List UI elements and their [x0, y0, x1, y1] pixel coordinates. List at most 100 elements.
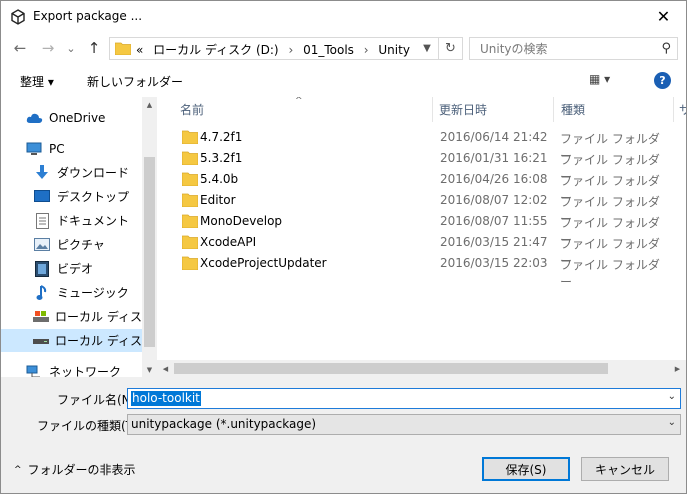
up-button[interactable]: ↑ [85, 39, 103, 57]
cancel-button[interactable]: キャンセル [581, 457, 669, 481]
file-type: ファイル フォルダー [560, 258, 660, 289]
column-divider[interactable] [673, 97, 674, 122]
recent-locations-button[interactable]: ⌄ [64, 39, 78, 57]
sidebar-item-onedrive[interactable]: OneDrive [1, 106, 142, 129]
file-date: 2016/08/07 11:55 [440, 214, 548, 228]
network-icon [25, 364, 43, 377]
folder-icon [182, 151, 198, 165]
sidebar-item-pc[interactable]: PC [1, 137, 142, 160]
scrollbar-thumb[interactable] [174, 363, 608, 374]
file-date: 2016/06/14 21:42 [440, 130, 548, 144]
file-list-horizontal-scrollbar[interactable]: ◀ ▶ [157, 360, 686, 377]
file-date: 2016/04/26 16:08 [440, 172, 548, 186]
drive-icon [33, 309, 49, 325]
filetype-select[interactable]: unitypackage (*.unitypackage) ⌄ [127, 414, 681, 435]
sidebar-item-drive-d[interactable]: ローカル ディスク (D [1, 329, 142, 352]
column-header-size[interactable]: サ [679, 97, 686, 122]
scroll-left-icon[interactable]: ◀ [157, 360, 174, 377]
forward-button[interactable]: → [39, 39, 57, 57]
search-icon[interactable]: ⚲ [661, 41, 671, 56]
chevron-down-icon[interactable]: ⌄ [668, 391, 676, 402]
folder-icon [182, 235, 198, 249]
forward-arrow-icon: → [41, 39, 55, 57]
sidebar-item-network[interactable]: ネットワーク [1, 360, 142, 377]
scroll-down-icon[interactable]: ▼ [142, 362, 157, 377]
breadcrumb-overflow[interactable]: « [136, 43, 143, 57]
search-input[interactable] [480, 41, 650, 56]
file-row[interactable]: 4.7.2f1 2016/06/14 21:42 ファイル フォルダー [177, 127, 667, 163]
navigation-bar: ← → ⌄ ↑ « ローカル ディスク (D:) › 01_Tools › Un… [1, 32, 686, 64]
drive-icon [33, 333, 49, 349]
file-date: 2016/08/07 12:02 [440, 193, 548, 207]
file-row[interactable]: 5.3.2f1 2016/01/31 16:21 ファイル フォルダー [177, 148, 667, 184]
sidebar-item-pictures[interactable]: ピクチャ [1, 233, 142, 256]
change-view-button[interactable]: ▦ ▾ [589, 72, 610, 86]
column-header-date[interactable]: 更新日時 [439, 97, 487, 122]
filename-field[interactable]: holo-toolkit ⌄ [127, 388, 681, 409]
file-row[interactable]: 5.4.0b 2016/04/26 16:08 ファイル フォルダー [177, 169, 667, 205]
sidebar-item-label: ピクチャ [57, 238, 105, 252]
file-row[interactable]: XcodeAPI 2016/03/15 21:47 ファイル フォルダー [177, 232, 667, 268]
new-folder-button[interactable]: 新しいフォルダー [87, 73, 183, 90]
folder-icon [182, 256, 198, 270]
save-button[interactable]: 保存(S) [482, 457, 570, 481]
file-row[interactable]: Editor 2016/08/07 12:02 ファイル フォルダー [177, 190, 667, 226]
search-box: ⚲ [469, 37, 678, 60]
sidebar-item-videos[interactable]: ビデオ [1, 257, 142, 280]
back-button[interactable]: ← [11, 39, 29, 57]
breadcrumb-separator-icon: › [363, 43, 369, 57]
column-divider[interactable] [553, 97, 554, 122]
refresh-button[interactable]: ↻ [438, 38, 462, 59]
address-dropdown-button[interactable]: ▼ [418, 38, 436, 59]
up-arrow-icon: ↑ [87, 39, 101, 57]
address-bar[interactable]: « ローカル ディスク (D:) › 01_Tools › Unity ▼ ↻ [109, 37, 463, 60]
document-icon [33, 212, 51, 229]
sidebar-item-music[interactable]: ミュージック [1, 281, 142, 304]
sidebar-item-downloads[interactable]: ダウンロード [1, 161, 142, 184]
file-name: MonoDevelop [200, 214, 283, 228]
hide-folders-toggle[interactable]: ^ フォルダーの非表示 [14, 461, 136, 478]
file-row[interactable]: XcodeProjectUpdater 2016/03/15 22:03 ファイル … [177, 253, 667, 289]
chevron-up-icon: ^ [14, 464, 22, 475]
scroll-right-icon[interactable]: ▶ [669, 360, 686, 377]
view-options-icon: ▦ ▾ [589, 72, 611, 86]
sidebar-item-desktop[interactable]: デスクトップ [1, 185, 142, 208]
sidebar-item-drive-c[interactable]: ローカル ディスク (C [1, 305, 142, 328]
scrollbar-thumb[interactable] [144, 157, 155, 347]
file-name: 4.7.2f1 [200, 130, 243, 144]
filetype-value: unitypackage (*.unitypackage) [131, 417, 317, 431]
help-button[interactable]: ? [654, 72, 671, 89]
breadcrumb-unity[interactable]: Unity [378, 43, 410, 57]
file-name: XcodeAPI [200, 235, 257, 249]
refresh-icon: ↻ [445, 41, 456, 56]
chevron-down-icon[interactable]: ⌄ [668, 417, 676, 428]
file-row[interactable]: MonoDevelop 2016/08/07 11:55 ファイル フォルダー [177, 211, 667, 247]
file-name: 5.3.2f1 [200, 151, 243, 165]
breadcrumb-tools[interactable]: 01_Tools [303, 43, 354, 57]
file-name: 5.4.0b [200, 172, 239, 186]
filename-value[interactable]: holo-toolkit [131, 391, 201, 406]
help-icon: ? [659, 74, 666, 87]
sidebar-item-label: ローカル ディスク (C [55, 310, 142, 324]
navigation-pane-scrollbar[interactable]: ▲ ▼ [142, 97, 157, 377]
chevron-down-icon: ▼ [423, 43, 431, 54]
back-arrow-icon: ← [13, 39, 27, 57]
unity-logo-icon [11, 9, 25, 25]
breadcrumb-separator-icon: › [288, 43, 294, 57]
save-options-panel: ファイル名(N): holo-toolkit ⌄ ファイルの種類(T): uni… [1, 377, 686, 493]
column-header-type[interactable]: 種類 [561, 97, 585, 122]
scroll-up-icon[interactable]: ▲ [142, 97, 157, 112]
breadcrumb-drive[interactable]: ローカル ディスク (D:) [153, 43, 278, 57]
organize-button[interactable]: 整理 ▾ [20, 73, 54, 90]
sidebar-item-documents[interactable]: ドキュメント [1, 209, 142, 232]
file-name: XcodeProjectUpdater [200, 256, 327, 270]
sidebar-item-label: ミュージック [57, 286, 129, 300]
video-icon [33, 260, 51, 277]
column-divider[interactable] [432, 97, 433, 122]
close-icon: ✕ [656, 6, 671, 26]
column-header-name[interactable]: 名前 [180, 97, 204, 122]
sidebar-item-label: ダウンロード [57, 166, 130, 180]
close-button[interactable]: ✕ [641, 1, 686, 31]
download-icon [33, 165, 51, 181]
window-title: Export package ... [33, 9, 143, 23]
